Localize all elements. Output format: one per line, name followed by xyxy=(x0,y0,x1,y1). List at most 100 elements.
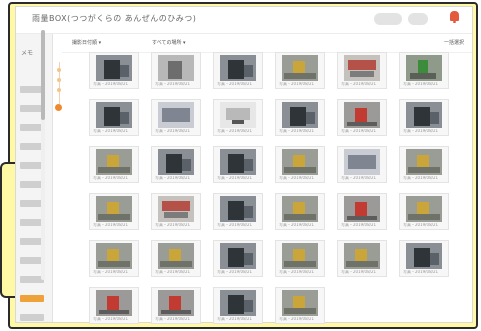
sidebar: メモ xyxy=(16,34,53,322)
sidebar-item[interactable] xyxy=(20,295,44,302)
photo-detail xyxy=(284,261,316,267)
photo-detail xyxy=(430,112,439,124)
photo-card[interactable]: 写真・2019/08/21 xyxy=(399,146,449,183)
photo-thumbnail[interactable] xyxy=(282,55,318,81)
photo-thumbnail[interactable] xyxy=(220,196,256,222)
timeline-dot[interactable] xyxy=(57,68,61,72)
photo-card[interactable]: 写真・2019/08/21 xyxy=(399,52,449,89)
photo-thumbnail[interactable] xyxy=(220,290,256,316)
photo-thumbnail[interactable] xyxy=(96,290,132,316)
photo-thumbnail[interactable] xyxy=(158,290,194,316)
timeline-dot[interactable] xyxy=(57,78,61,82)
photo-thumbnail[interactable] xyxy=(344,243,380,269)
photo-card[interactable]: 写真・2019/08/21 xyxy=(213,287,263,324)
photo-caption: 写真・2019/08/21 xyxy=(341,129,377,133)
photo-thumbnail[interactable] xyxy=(220,55,256,81)
photo-thumbnail[interactable] xyxy=(96,196,132,222)
filter-select[interactable]: すべての場所 ▾ xyxy=(152,39,186,46)
photo-thumbnail[interactable] xyxy=(220,243,256,269)
photo-card[interactable]: 写真・2019/08/21 xyxy=(275,240,325,277)
photo-card[interactable]: 写真・2019/08/21 xyxy=(275,193,325,230)
photo-detail xyxy=(166,154,182,173)
photo-card[interactable]: 写真・2019/08/21 xyxy=(399,99,449,136)
photo-detail xyxy=(414,107,430,126)
photo-caption: 写真・2019/08/21 xyxy=(217,270,253,274)
photo-thumbnail[interactable] xyxy=(406,102,442,128)
photo-thumbnail[interactable] xyxy=(344,102,380,128)
photo-card[interactable]: 写真・2019/08/21 xyxy=(213,146,263,183)
photo-card[interactable]: 写真・2019/08/21 xyxy=(151,193,201,230)
notification-icon[interactable] xyxy=(450,11,459,23)
sidebar-item[interactable] xyxy=(20,314,44,321)
select-all-button[interactable]: 一括選択 xyxy=(444,39,464,46)
photo-card[interactable]: 写真・2019/08/21 xyxy=(337,146,387,183)
photo-thumbnail[interactable] xyxy=(282,290,318,316)
photo-thumbnail[interactable] xyxy=(344,149,380,175)
photo-thumbnail[interactable] xyxy=(406,196,442,222)
photo-card[interactable]: 写真・2019/08/21 xyxy=(89,287,139,324)
photo-card[interactable]: 写真・2019/08/21 xyxy=(275,99,325,136)
photo-caption: 写真・2019/08/21 xyxy=(279,270,315,274)
photo-thumbnail[interactable] xyxy=(406,149,442,175)
photo-card[interactable]: 写真・2019/08/21 xyxy=(213,52,263,89)
photo-card[interactable]: 写真・2019/08/21 xyxy=(89,99,139,136)
photo-card[interactable]: 写真・2019/08/21 xyxy=(89,146,139,183)
timeline-dot-active[interactable] xyxy=(55,104,62,111)
photo-card[interactable]: 写真・2019/08/21 xyxy=(151,99,201,136)
photo-card[interactable]: 写真・2019/08/21 xyxy=(337,193,387,230)
photo-card[interactable]: 写真・2019/08/21 xyxy=(213,240,263,277)
photo-thumbnail[interactable] xyxy=(96,149,132,175)
scrollbar-thumb[interactable] xyxy=(41,30,45,120)
photo-card[interactable]: 写真・2019/08/21 xyxy=(89,52,139,89)
sort-select[interactable]: 撮影日付順 ▾ xyxy=(72,39,101,46)
photo-card[interactable]: 写真・2019/08/21 xyxy=(337,240,387,277)
photo-thumbnail[interactable] xyxy=(96,55,132,81)
photo-thumbnail[interactable] xyxy=(406,55,442,81)
photo-thumbnail[interactable] xyxy=(158,243,194,269)
photo-thumbnail[interactable] xyxy=(344,196,380,222)
photo-caption: 写真・2019/08/21 xyxy=(155,176,191,180)
photo-thumbnail[interactable] xyxy=(220,102,256,128)
photo-detail xyxy=(410,73,436,79)
photo-card[interactable]: 写真・2019/08/21 xyxy=(399,193,449,230)
photo-thumbnail[interactable] xyxy=(158,55,194,81)
photo-thumbnail[interactable] xyxy=(406,243,442,269)
sidebar-title: メモ xyxy=(21,50,34,57)
photo-card[interactable]: 写真・2019/08/21 xyxy=(337,52,387,89)
photo-thumbnail[interactable] xyxy=(158,102,194,128)
photo-thumbnail[interactable] xyxy=(344,55,380,81)
photo-thumbnail[interactable] xyxy=(282,243,318,269)
photo-card[interactable]: 写真・2019/08/21 xyxy=(151,146,201,183)
photo-detail xyxy=(120,65,129,77)
photo-card[interactable]: 写真・2019/08/21 xyxy=(89,240,139,277)
photo-caption: 写真・2019/08/21 xyxy=(279,82,315,86)
photo-card[interactable]: 写真・2019/08/21 xyxy=(151,287,201,324)
timeline-dot[interactable] xyxy=(57,88,61,92)
settings-button[interactable] xyxy=(408,13,428,25)
photo-card[interactable]: 写真・2019/08/21 xyxy=(275,287,325,324)
photo-thumbnail[interactable] xyxy=(282,149,318,175)
photo-thumbnail[interactable] xyxy=(158,196,194,222)
photo-card[interactable]: 写真・2019/08/21 xyxy=(337,99,387,136)
photo-caption: 写真・2019/08/21 xyxy=(155,129,191,133)
photo-thumbnail[interactable] xyxy=(158,149,194,175)
photo-detail xyxy=(347,216,377,220)
photo-thumbnail[interactable] xyxy=(96,102,132,128)
photo-thumbnail[interactable] xyxy=(282,196,318,222)
photo-detail xyxy=(346,261,378,267)
photo-card[interactable]: 写真・2019/08/21 xyxy=(213,193,263,230)
photo-card[interactable]: 写真・2019/08/21 xyxy=(213,99,263,136)
photo-thumbnail[interactable] xyxy=(96,243,132,269)
photo-card[interactable]: 写真・2019/08/21 xyxy=(275,52,325,89)
photo-thumbnail[interactable] xyxy=(282,102,318,128)
photo-card[interactable]: 写真・2019/08/21 xyxy=(399,240,449,277)
photo-detail xyxy=(284,308,316,314)
photo-card[interactable]: 写真・2019/08/21 xyxy=(151,52,201,89)
photo-card[interactable]: 写真・2019/08/21 xyxy=(89,193,139,230)
help-button[interactable] xyxy=(374,13,402,25)
photo-detail xyxy=(347,122,377,126)
photo-detail xyxy=(228,201,244,220)
photo-card[interactable]: 写真・2019/08/21 xyxy=(151,240,201,277)
photo-thumbnail[interactable] xyxy=(220,149,256,175)
photo-card[interactable]: 写真・2019/08/21 xyxy=(275,146,325,183)
